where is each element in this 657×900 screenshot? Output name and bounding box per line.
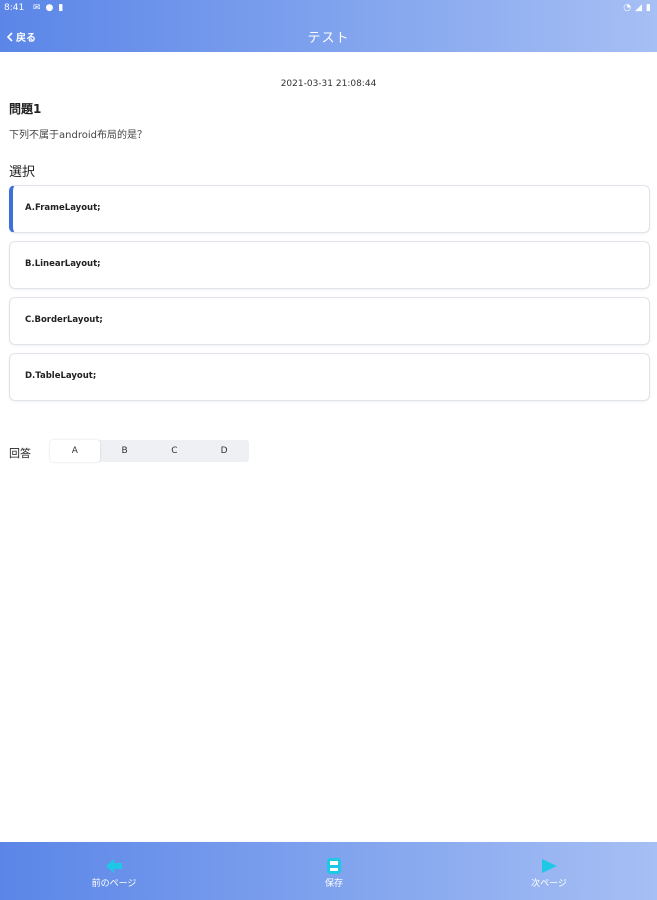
answer-label: 回答	[9, 447, 31, 460]
question-text: 下列不属于android布局的是？	[9, 130, 147, 141]
save-label: 保存	[324, 879, 343, 889]
answer-choice-c[interactable]: C	[150, 440, 200, 462]
answer-choice-a[interactable]: A	[50, 440, 100, 462]
answer-choice-d[interactable]: D	[199, 440, 249, 462]
option-a[interactable]: A.FrameLayout;	[9, 185, 650, 233]
notification-icon: ✉	[33, 3, 41, 13]
option-d-label: D.TableLayout;	[25, 371, 97, 381]
save-button[interactable]: 保存	[289, 858, 379, 889]
status-time: 8:41	[4, 3, 25, 13]
answer-segmented-control: A B C D	[50, 440, 249, 462]
storage-icon: ▮	[58, 3, 64, 13]
save-icon	[327, 858, 341, 874]
option-c-label: C.BorderLayout;	[25, 315, 103, 325]
status-bar: 8:41 ✉ ● ▮ ◔ ◢ ▮	[0, 0, 657, 18]
question-title: 問題1	[9, 102, 42, 116]
page-title: テスト	[307, 31, 350, 46]
prev-page-label: 前のページ	[91, 879, 137, 889]
bottom-nav: 前のページ 保存 次ページ	[0, 842, 657, 900]
status-icons-left: ✉ ● ▮	[33, 3, 63, 13]
option-a-label: A.FrameLayout;	[25, 203, 101, 213]
battery-icon: ▮	[646, 3, 651, 13]
status-icons-right: ◔ ◢ ▮	[623, 3, 651, 13]
question-timestamp: 2021-03-31 21:08:44	[280, 79, 377, 89]
sync-icon: ●	[45, 3, 54, 13]
prev-page-button[interactable]: 前のページ	[69, 858, 159, 889]
option-b[interactable]: B.LinearLayout;	[9, 241, 650, 289]
app-header: 8:41 ✉ ● ▮ ◔ ◢ ▮ 戻る テスト	[0, 0, 657, 52]
next-page-label: 次ページ	[531, 879, 567, 889]
answer-choice-b[interactable]: B	[100, 440, 150, 462]
options-section-title: 選択	[9, 165, 36, 180]
option-d[interactable]: D.TableLayout;	[9, 353, 650, 401]
option-b-label: B.LinearLayout;	[25, 259, 101, 269]
next-arrow-icon	[542, 859, 557, 873]
wifi-icon: ◔	[623, 3, 632, 13]
signal-icon: ◢	[635, 3, 643, 13]
next-page-button[interactable]: 次ページ	[504, 858, 594, 889]
prev-arrow-icon	[106, 859, 122, 873]
option-c[interactable]: C.BorderLayout;	[9, 297, 650, 345]
